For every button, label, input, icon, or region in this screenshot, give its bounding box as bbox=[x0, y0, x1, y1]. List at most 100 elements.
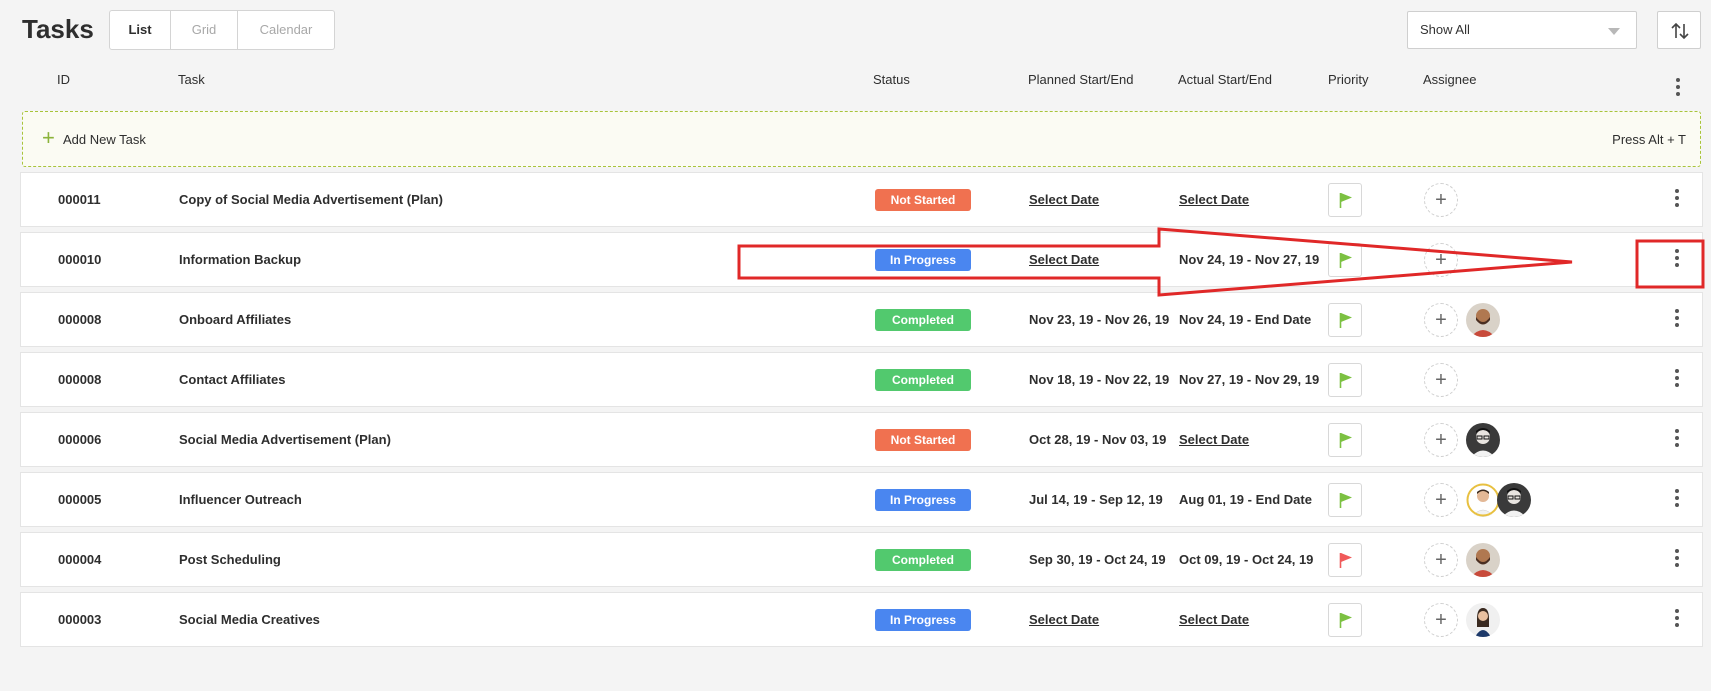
task-row[interactable]: 000005 Influencer Outreach In Progress Jul … bbox=[20, 472, 1703, 527]
row-more-button[interactable] bbox=[1675, 189, 1685, 211]
status-badge[interactable]: Completed bbox=[875, 309, 971, 331]
col-header-id[interactable]: ID bbox=[57, 72, 70, 87]
actual-date[interactable]: Nov 27, 19 - Nov 29, 19 bbox=[1179, 372, 1319, 387]
chevron-down-icon bbox=[1608, 28, 1620, 35]
add-assignee-button[interactable]: + bbox=[1424, 603, 1458, 637]
green-flag-icon bbox=[1339, 493, 1352, 508]
status-badge[interactable]: In Progress bbox=[875, 609, 971, 631]
task-id: 000008 bbox=[58, 372, 102, 387]
green-flag-icon bbox=[1339, 193, 1352, 208]
task-row[interactable]: 000010 Information Backup In Progress Selec… bbox=[20, 232, 1703, 287]
row-more-button[interactable] bbox=[1675, 309, 1685, 331]
col-header-assignee[interactable]: Assignee bbox=[1423, 72, 1476, 87]
status-badge[interactable]: Completed bbox=[875, 549, 971, 571]
task-name[interactable]: Copy of Social Media Advertisement (Plan… bbox=[179, 192, 443, 207]
planned-date[interactable]: Nov 18, 19 - Nov 22, 19 bbox=[1029, 372, 1169, 387]
more-vertical-icon bbox=[1675, 609, 1679, 627]
actual-date[interactable]: Nov 24, 19 - Nov 27, 19 bbox=[1179, 252, 1319, 267]
priority-button[interactable] bbox=[1328, 543, 1362, 577]
task-row[interactable]: 000008 Contact Affiliates Completed Nov 18,… bbox=[20, 352, 1703, 407]
priority-button[interactable] bbox=[1328, 423, 1362, 457]
priority-button[interactable] bbox=[1328, 303, 1362, 337]
add-assignee-button[interactable]: + bbox=[1424, 183, 1458, 217]
status-badge[interactable]: Not Started bbox=[875, 429, 971, 451]
actual-date[interactable]: Oct 09, 19 - Oct 24, 19 bbox=[1179, 552, 1313, 567]
row-more-button[interactable] bbox=[1675, 609, 1685, 631]
col-header-actual[interactable]: Actual Start/End bbox=[1178, 72, 1272, 87]
green-flag-icon bbox=[1339, 253, 1352, 268]
plus-icon: + bbox=[1435, 489, 1447, 511]
assignee-avatar[interactable] bbox=[1466, 603, 1500, 637]
add-assignee-button[interactable]: + bbox=[1424, 243, 1458, 277]
row-more-button[interactable] bbox=[1675, 369, 1685, 391]
assignee-avatar[interactable] bbox=[1466, 483, 1500, 517]
add-assignee-button[interactable]: + bbox=[1424, 303, 1458, 337]
task-name[interactable]: Post Scheduling bbox=[179, 552, 281, 567]
add-new-task-bar[interactable]: + Add New Task Press Alt + T bbox=[22, 111, 1701, 167]
priority-button[interactable] bbox=[1328, 183, 1362, 217]
task-row[interactable]: 000011 Copy of Social Media Advertisement… bbox=[20, 172, 1703, 227]
assignee-avatar[interactable] bbox=[1466, 303, 1500, 337]
priority-button[interactable] bbox=[1328, 603, 1362, 637]
planned-date[interactable]: Nov 23, 19 - Nov 26, 19 bbox=[1029, 312, 1169, 327]
status-badge[interactable]: Not Started bbox=[875, 189, 971, 211]
col-header-priority[interactable]: Priority bbox=[1328, 72, 1368, 87]
add-assignee-button[interactable]: + bbox=[1424, 483, 1458, 517]
row-more-button[interactable] bbox=[1675, 249, 1685, 271]
col-header-status[interactable]: Status bbox=[873, 72, 910, 87]
actual-date[interactable]: Aug 01, 19 - End Date bbox=[1179, 492, 1312, 507]
task-row[interactable]: 000004 Post Scheduling Completed Sep 30, 19… bbox=[20, 532, 1703, 587]
col-header-planned[interactable]: Planned Start/End bbox=[1028, 72, 1134, 87]
page-header: Tasks List Grid Calendar Show All bbox=[0, 0, 1711, 62]
task-name[interactable]: Contact Affiliates bbox=[179, 372, 285, 387]
actual-date[interactable]: Select Date bbox=[1179, 192, 1249, 207]
priority-button[interactable] bbox=[1328, 363, 1362, 397]
status-badge[interactable]: In Progress bbox=[875, 249, 971, 271]
status-badge[interactable]: Completed bbox=[875, 369, 971, 391]
red-flag-icon bbox=[1339, 553, 1352, 568]
task-row[interactable]: 000008 Onboard Affiliates Completed Nov 23,… bbox=[20, 292, 1703, 347]
planned-date[interactable]: Select Date bbox=[1029, 252, 1099, 267]
row-more-button[interactable] bbox=[1675, 489, 1685, 511]
plus-icon: + bbox=[1435, 429, 1447, 451]
row-more-button[interactable] bbox=[1675, 549, 1685, 571]
add-assignee-button[interactable]: + bbox=[1424, 363, 1458, 397]
task-name[interactable]: Onboard Affiliates bbox=[179, 312, 291, 327]
add-assignee-button[interactable]: + bbox=[1424, 423, 1458, 457]
planned-date[interactable]: Select Date bbox=[1029, 612, 1099, 627]
task-name[interactable]: Influencer Outreach bbox=[179, 492, 302, 507]
task-name[interactable]: Information Backup bbox=[179, 252, 301, 267]
task-row[interactable]: 000006 Social Media Advertisement (Plan) N… bbox=[20, 412, 1703, 467]
assignee-avatar[interactable] bbox=[1466, 423, 1500, 457]
view-tab-calendar[interactable]: Calendar bbox=[238, 11, 334, 49]
planned-date[interactable]: Select Date bbox=[1029, 192, 1099, 207]
priority-button[interactable] bbox=[1328, 243, 1362, 277]
status-badge[interactable]: In Progress bbox=[875, 489, 971, 511]
actual-date[interactable]: Nov 24, 19 - End Date bbox=[1179, 312, 1311, 327]
planned-date[interactable]: Jul 14, 19 - Sep 12, 19 bbox=[1029, 492, 1163, 507]
plus-icon: + bbox=[1435, 309, 1447, 331]
page-title: Tasks bbox=[22, 14, 94, 44]
priority-button[interactable] bbox=[1328, 483, 1362, 517]
view-tab-grid[interactable]: Grid bbox=[171, 11, 238, 49]
green-flag-icon bbox=[1339, 433, 1352, 448]
add-assignee-button[interactable]: + bbox=[1424, 543, 1458, 577]
view-tab-list[interactable]: List bbox=[110, 11, 171, 49]
actual-date[interactable]: Select Date bbox=[1179, 432, 1249, 447]
task-name[interactable]: Social Media Advertisement (Plan) bbox=[179, 432, 391, 447]
actual-date[interactable]: Select Date bbox=[1179, 612, 1249, 627]
task-name[interactable]: Social Media Creatives bbox=[179, 612, 320, 627]
filter-dropdown[interactable]: Show All bbox=[1407, 11, 1637, 49]
planned-date[interactable]: Sep 30, 19 - Oct 24, 19 bbox=[1029, 552, 1166, 567]
task-id: 000011 bbox=[58, 192, 101, 207]
col-header-task[interactable]: Task bbox=[178, 72, 205, 87]
green-flag-icon bbox=[1339, 613, 1352, 628]
assignee-avatar[interactable] bbox=[1497, 483, 1531, 517]
row-more-button[interactable] bbox=[1675, 429, 1685, 451]
task-row[interactable]: 000003 Social Media Creatives In Progress S… bbox=[20, 592, 1703, 647]
columns-more-button[interactable] bbox=[1676, 70, 1688, 96]
sort-button[interactable] bbox=[1657, 11, 1701, 49]
planned-date[interactable]: Oct 28, 19 - Nov 03, 19 bbox=[1029, 432, 1166, 447]
plus-icon: + bbox=[42, 125, 55, 150]
assignee-avatar[interactable] bbox=[1466, 543, 1500, 577]
